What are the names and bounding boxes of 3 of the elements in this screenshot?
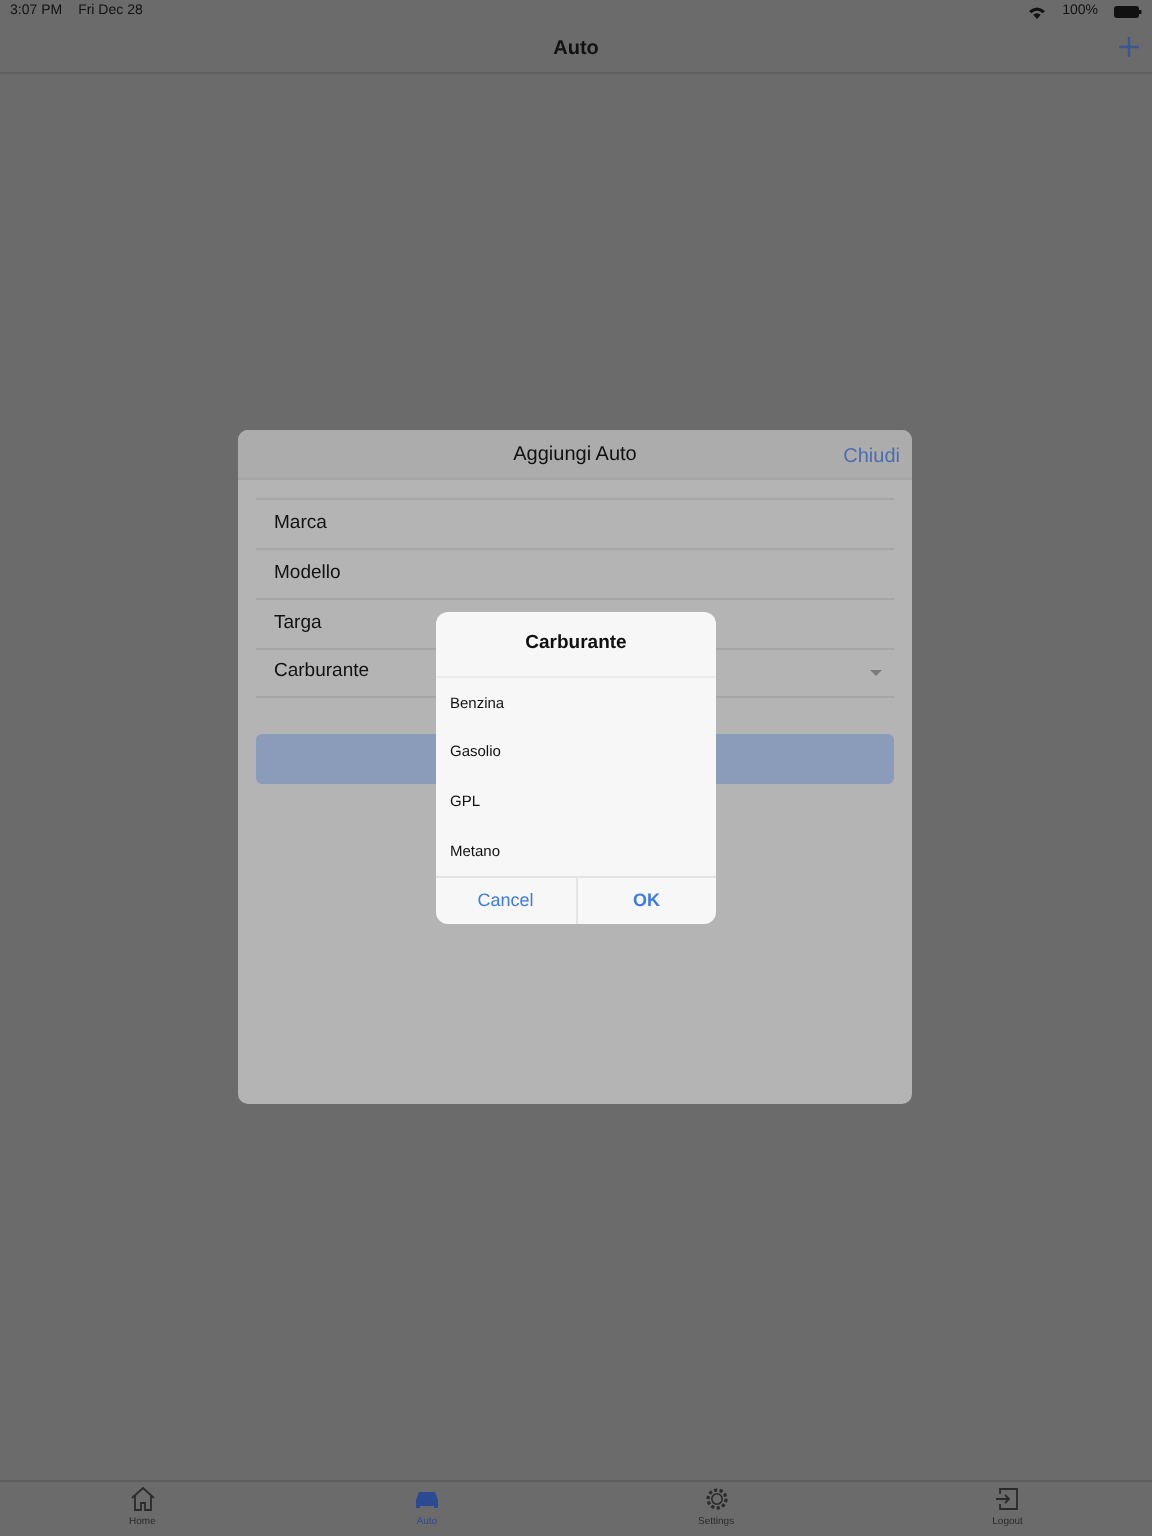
picker-title: Carburante xyxy=(436,612,716,678)
nav-title: Auto xyxy=(553,35,599,63)
dialog-title: Aggiungi Auto xyxy=(513,441,637,469)
